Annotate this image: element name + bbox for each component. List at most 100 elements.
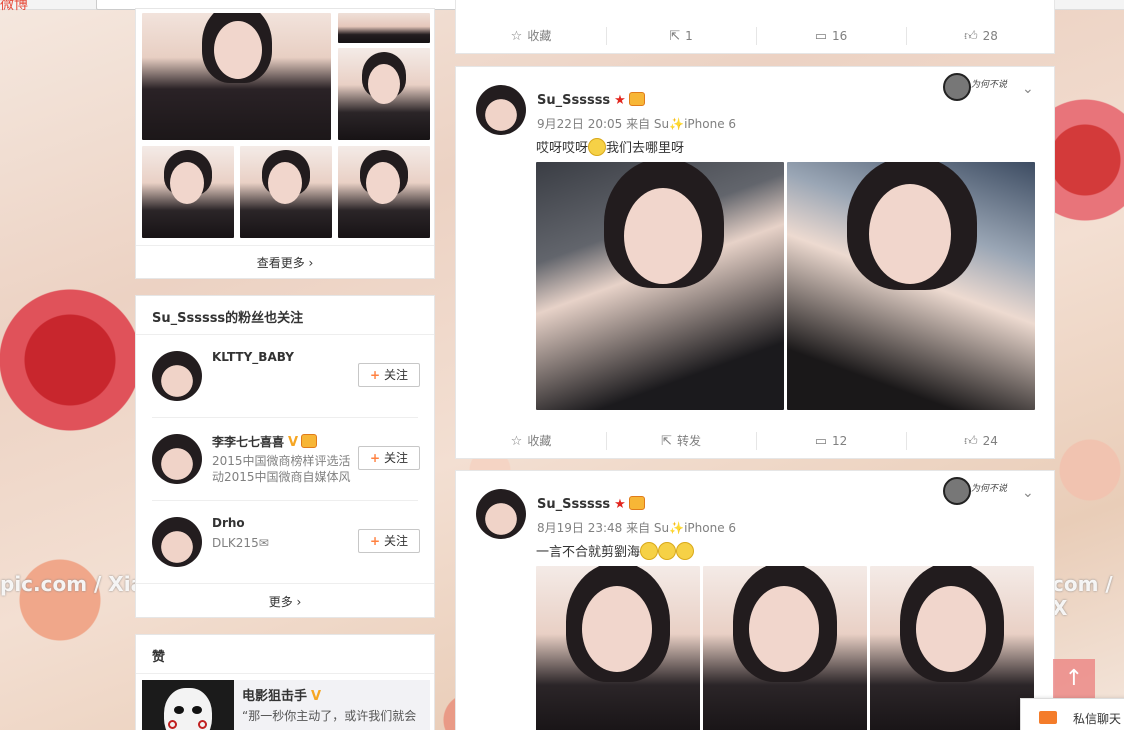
comment-count: 12 (832, 434, 848, 448)
fans-also-follow-card: Su_Ssssss的粉丝也关注 KLTTY_BABY + 关注 李李七七喜喜 V 2… (135, 295, 435, 618)
share-icon: ⇱ (669, 29, 681, 44)
chevron-down-icon[interactable]: ⌄ (1022, 485, 1034, 501)
favorite-button[interactable]: ☆ 收藏 (456, 422, 606, 460)
avatar[interactable] (152, 517, 202, 567)
share-button[interactable]: ⇱ 1 (606, 17, 756, 55)
vip-star-icon: ★ (614, 93, 626, 108)
album-photo[interactable] (338, 146, 430, 238)
likes-card: 赞 电影狙击手 V “那一秒你主动了，或许我们就会 (135, 634, 435, 730)
post-photo[interactable] (536, 566, 700, 730)
recommended-user-description: DLK215✉ (212, 536, 269, 550)
comment-button[interactable]: ▭ 16 (756, 17, 906, 55)
verified-v-icon: V (311, 689, 322, 704)
avatar[interactable] (152, 351, 202, 401)
favorite-label: 收藏 (527, 29, 552, 43)
plus-icon: + (369, 368, 381, 382)
album-photo[interactable] (338, 13, 430, 43)
share-label: 转发 (676, 434, 701, 448)
like-button[interactable]: 👍︎ 28 (906, 17, 1056, 55)
feed-post: Su_Ssssss ★ 8月19日 23:48 来自 Su✨iPhone 6 一言… (455, 470, 1055, 730)
post-text-part: 一言不合就剪劉海 (536, 545, 641, 560)
back-to-top-button[interactable]: ↑ (1053, 659, 1095, 699)
like-count: 28 (982, 29, 998, 43)
card-badge: 为何不说 (941, 71, 1007, 103)
feed-post: Su_Ssssss ★ 9月22日 20:05 来自 Su✨iPhone 6 哎呀… (455, 66, 1055, 459)
liked-item-title[interactable]: 电影狙击手 (242, 689, 307, 704)
post-text-part: 哎呀哎呀 (536, 141, 589, 156)
star-outline-icon: ☆ (510, 29, 523, 44)
chevron-down-icon[interactable]: ⌄ (1022, 81, 1034, 97)
weibo-logo[interactable]: 微博 (0, 0, 28, 14)
post-text: 一言不合就剪劉海 (536, 541, 695, 560)
post-text: 哎呀哎呀 我们去哪里呀 (536, 137, 684, 156)
card-badge-text: 为何不说 (971, 80, 1008, 90)
recommended-user-name-row: 李李七七喜喜 V (212, 433, 318, 450)
share-icon: ⇱ (661, 434, 672, 449)
like-button[interactable]: 👍︎ 24 (906, 422, 1056, 460)
recommended-user-name[interactable]: KLTTY_BABY (212, 350, 294, 364)
medal-icon (301, 434, 318, 448)
post-action-bar: ☆ 收藏 ⇱ 转发 ▭ 12 👍︎ 24 (456, 422, 1054, 460)
tongue-emoji-icon (676, 542, 695, 560)
recommended-user-name[interactable]: 李李七七喜喜 (212, 435, 284, 449)
post-meta[interactable]: 8月19日 23:48 来自 Su✨iPhone 6 (537, 519, 736, 536)
thinking-emoji-icon (588, 138, 607, 156)
favorite-label: 收藏 (527, 434, 552, 448)
post-author-avatar[interactable] (476, 85, 526, 135)
follow-button-label: 关注 (384, 451, 409, 465)
post-photo[interactable] (787, 162, 1035, 410)
post-photo[interactable] (536, 162, 784, 410)
verified-v-icon: V (288, 435, 299, 450)
post-photo[interactable] (703, 566, 867, 730)
photo-album-card: 查看更多 › (135, 8, 435, 279)
album-photo[interactable] (142, 13, 331, 140)
recommended-user-description: 2015中国微商榜样评选活动2015中国微商自媒体风 (212, 454, 351, 484)
tongue-emoji-icon (658, 542, 677, 560)
follow-button[interactable]: + 关注 (358, 529, 420, 553)
post-meta[interactable]: 9月22日 20:05 来自 Su✨iPhone 6 (537, 115, 736, 132)
thumbs-up-icon: 👍︎ (964, 434, 978, 449)
thumbs-up-icon: 👍︎ (964, 29, 978, 44)
share-button[interactable]: ⇱ 转发 (606, 422, 756, 460)
liked-item[interactable]: 电影狙击手 V “那一秒你主动了，或许我们就会 (142, 680, 430, 730)
card-badge: 为何不说 (941, 475, 1007, 507)
follow-button[interactable]: + 关注 (358, 363, 420, 387)
cat-icon (943, 477, 971, 505)
recommended-user-name[interactable]: Drho (212, 516, 245, 530)
post-author-name[interactable]: Su_Ssssss (537, 93, 610, 108)
album-photo[interactable] (338, 48, 430, 140)
card-badge-text: 为何不说 (971, 484, 1008, 494)
avatar[interactable] (152, 434, 202, 484)
comment-button[interactable]: ▭ 12 (756, 422, 906, 460)
cat-icon (943, 73, 971, 101)
tongue-emoji-icon (640, 542, 659, 560)
post-author-avatar[interactable] (476, 489, 526, 539)
plus-icon: + (369, 451, 381, 465)
like-count: 24 (982, 434, 998, 448)
view-more-photos-link[interactable]: 查看更多 › (136, 254, 434, 271)
liked-item-text: “那一秒你主动了，或许我们就会 (242, 709, 417, 723)
private-chat-label: 私信聊天 (1073, 712, 1122, 726)
comment-icon: ▭ (814, 434, 827, 449)
album-photo[interactable] (142, 146, 234, 238)
medal-icon (628, 496, 645, 510)
album-photo[interactable] (240, 146, 332, 238)
mail-icon (1039, 711, 1057, 724)
private-chat-bar[interactable]: 私信聊天 (1020, 698, 1124, 730)
plus-icon: + (369, 534, 381, 548)
post-photo[interactable] (870, 566, 1034, 730)
post-author-name-row: Su_Ssssss ★ (537, 92, 645, 108)
comment-count: 16 (832, 29, 848, 43)
watermark-right: com / X (1052, 572, 1113, 620)
favorite-button[interactable]: ☆ 收藏 (456, 17, 606, 55)
post-author-name-row: Su_Ssssss ★ (537, 496, 645, 512)
follow-button-label: 关注 (384, 534, 409, 548)
follow-button-label: 关注 (384, 368, 409, 382)
liked-item-title-row: 电影狙击手 V (242, 685, 321, 704)
comment-icon: ▭ (814, 29, 827, 44)
medal-icon (628, 92, 645, 106)
liked-item-thumbnail (142, 680, 234, 730)
post-author-name[interactable]: Su_Ssssss (537, 497, 610, 512)
follow-button[interactable]: + 关注 (358, 446, 420, 470)
more-recommendations-link[interactable]: 更多 › (136, 593, 434, 610)
